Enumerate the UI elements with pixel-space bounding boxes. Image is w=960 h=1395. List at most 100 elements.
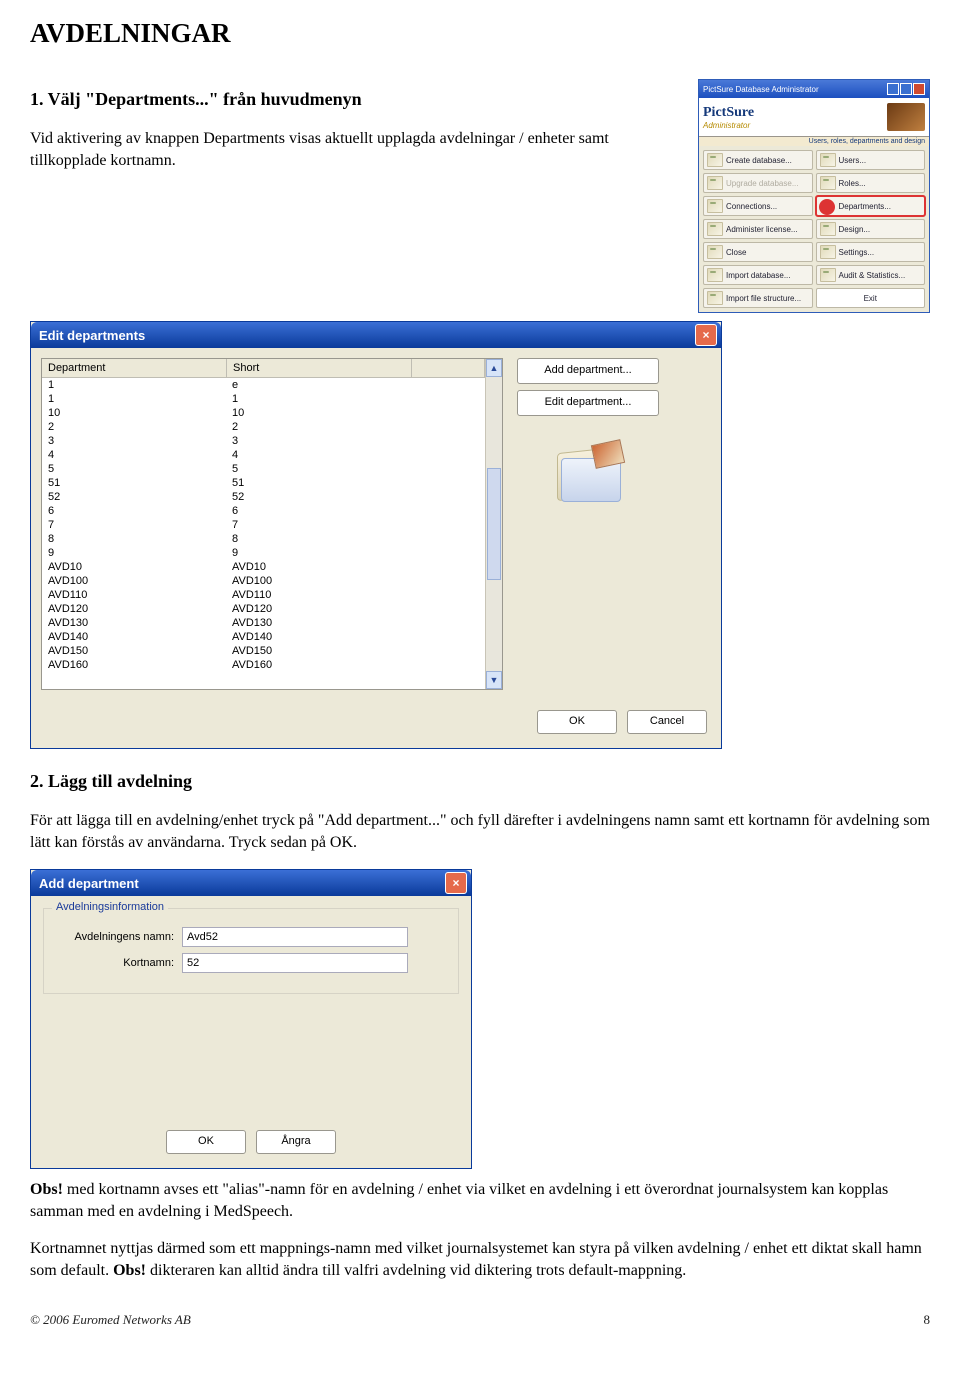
undo-button[interactable]: Ångra (256, 1130, 336, 1154)
btn-label: Administer license... (726, 225, 798, 234)
import-file-button[interactable]: Import file structure... (703, 288, 813, 308)
add-department-button[interactable]: Add department... (517, 358, 659, 384)
folder-icon (820, 176, 836, 190)
audit-button[interactable]: Audit & Statistics... (816, 265, 926, 285)
table-row[interactable]: 44 (42, 448, 485, 462)
admin-subtitle: Administrator (703, 121, 754, 130)
btn-label: Import database... (726, 271, 790, 280)
btn-label: Departments... (839, 202, 891, 211)
edit-titlebar: Edit departments × (31, 322, 721, 348)
users-button[interactable]: Users... (816, 150, 926, 170)
departments-button[interactable]: Departments... (816, 196, 926, 216)
close-button[interactable]: Close (703, 242, 813, 262)
shortname-label: Kortnamn: (54, 957, 174, 969)
table-row[interactable]: 5151 (42, 476, 485, 490)
btn-label: Design... (839, 225, 871, 234)
table-row[interactable]: 99 (42, 546, 485, 560)
step2-title: 2. Lägg till avdelning (30, 771, 930, 792)
departments-table: Department Short 1e111010223344555151525… (41, 358, 503, 690)
table-row[interactable]: 22 (42, 420, 485, 434)
table-row[interactable]: AVD160AVD160 (42, 658, 485, 672)
close-icon[interactable]: × (695, 324, 717, 346)
film-reel-icon (887, 103, 925, 131)
close-icon[interactable]: × (445, 872, 467, 894)
col-empty (412, 359, 485, 377)
table-row[interactable]: 1010 (42, 406, 485, 420)
dept-name-label: Avdelningens namn: (54, 931, 174, 943)
table-row[interactable]: AVD150AVD150 (42, 644, 485, 658)
ok-button[interactable]: OK (537, 710, 617, 734)
copyright: © 2006 Euromed Networks AB (30, 1312, 191, 1328)
table-row[interactable]: AVD100AVD100 (42, 574, 485, 588)
import-db-button[interactable]: Import database... (703, 265, 813, 285)
table-row[interactable]: 33 (42, 434, 485, 448)
table-row[interactable]: AVD130AVD130 (42, 616, 485, 630)
table-row[interactable]: 55 (42, 462, 485, 476)
table-row[interactable]: 5252 (42, 490, 485, 504)
btn-label: Exit (864, 294, 877, 303)
dept-name-input[interactable]: Avd52 (182, 927, 408, 947)
scroll-down-icon[interactable]: ▼ (486, 671, 502, 689)
settings-button[interactable]: Settings... (816, 242, 926, 262)
scroll-thumb[interactable] (487, 468, 501, 580)
note-1-text: med kortnamn avses ett "alias"-namn för … (30, 1181, 888, 1220)
col-department[interactable]: Department (42, 359, 227, 377)
table-row[interactable]: AVD140AVD140 (42, 630, 485, 644)
table-row[interactable]: 11 (42, 392, 485, 406)
admin-window: PictSure Database Administrator PictSure… (698, 79, 930, 313)
step1-text: Vid aktivering av knappen Departments vi… (30, 128, 680, 171)
highlight-dot-icon (819, 199, 835, 215)
folder-icon (820, 268, 836, 282)
add-title-text: Add department (39, 876, 139, 891)
shortname-input[interactable]: 52 (182, 953, 408, 973)
fieldset-legend: Avdelningsinformation (52, 901, 168, 913)
note-2-text2: dikteraren kan alltid ändra till valfri … (146, 1262, 686, 1279)
edit-title-text: Edit departments (39, 328, 145, 343)
folder-icon (820, 245, 836, 259)
scrollbar[interactable]: ▲ ▼ (485, 359, 502, 689)
table-row[interactable]: 77 (42, 518, 485, 532)
window-controls[interactable] (887, 83, 925, 95)
folder-icon (707, 268, 723, 282)
btn-label: Users... (839, 156, 867, 165)
scroll-up-icon[interactable]: ▲ (486, 359, 502, 377)
page-heading: AVDELNINGAR (30, 18, 930, 49)
obs-label: Obs! (113, 1262, 146, 1279)
maximize-icon[interactable] (900, 83, 912, 95)
close-icon[interactable] (913, 83, 925, 95)
admin-title-text: PictSure Database Administrator (703, 85, 819, 94)
add-titlebar: Add department × (31, 870, 471, 896)
admin-logo-bar: PictSure Administrator (699, 98, 929, 137)
btn-label: Create database... (726, 156, 792, 165)
btn-label: Settings... (839, 248, 875, 257)
folder-icon (820, 153, 836, 167)
create-db-button[interactable]: Create database... (703, 150, 813, 170)
table-row[interactable]: AVD110AVD110 (42, 588, 485, 602)
table-row[interactable]: AVD120AVD120 (42, 602, 485, 616)
brand-text: PictSure (703, 105, 754, 121)
page-number: 8 (924, 1312, 931, 1328)
license-button[interactable]: Administer license... (703, 219, 813, 239)
obs-label: Obs! (30, 1181, 63, 1198)
design-button[interactable]: Design... (816, 219, 926, 239)
col-short[interactable]: Short (227, 359, 412, 377)
roles-button[interactable]: Roles... (816, 173, 926, 193)
btn-label: Import file structure... (726, 294, 801, 303)
upgrade-db-button: Upgrade database... (703, 173, 813, 193)
table-row[interactable]: AVD10AVD10 (42, 560, 485, 574)
folder-icon (707, 291, 723, 305)
ok-button[interactable]: OK (166, 1130, 246, 1154)
folder-icon (707, 199, 723, 213)
admin-hint: Users, roles, departments and design (699, 137, 929, 146)
table-row[interactable]: 66 (42, 504, 485, 518)
dept-info-fieldset: Avdelningsinformation Avdelningens namn:… (43, 908, 459, 994)
cancel-button[interactable]: Cancel (627, 710, 707, 734)
btn-label: Roles... (839, 179, 866, 188)
table-row[interactable]: 1e (42, 378, 485, 392)
minimize-icon[interactable] (887, 83, 899, 95)
btn-label: Close (726, 248, 746, 257)
connections-button[interactable]: Connections... (703, 196, 813, 216)
edit-department-button[interactable]: Edit department... (517, 390, 659, 416)
exit-button[interactable]: Exit (816, 288, 926, 308)
table-row[interactable]: 88 (42, 532, 485, 546)
